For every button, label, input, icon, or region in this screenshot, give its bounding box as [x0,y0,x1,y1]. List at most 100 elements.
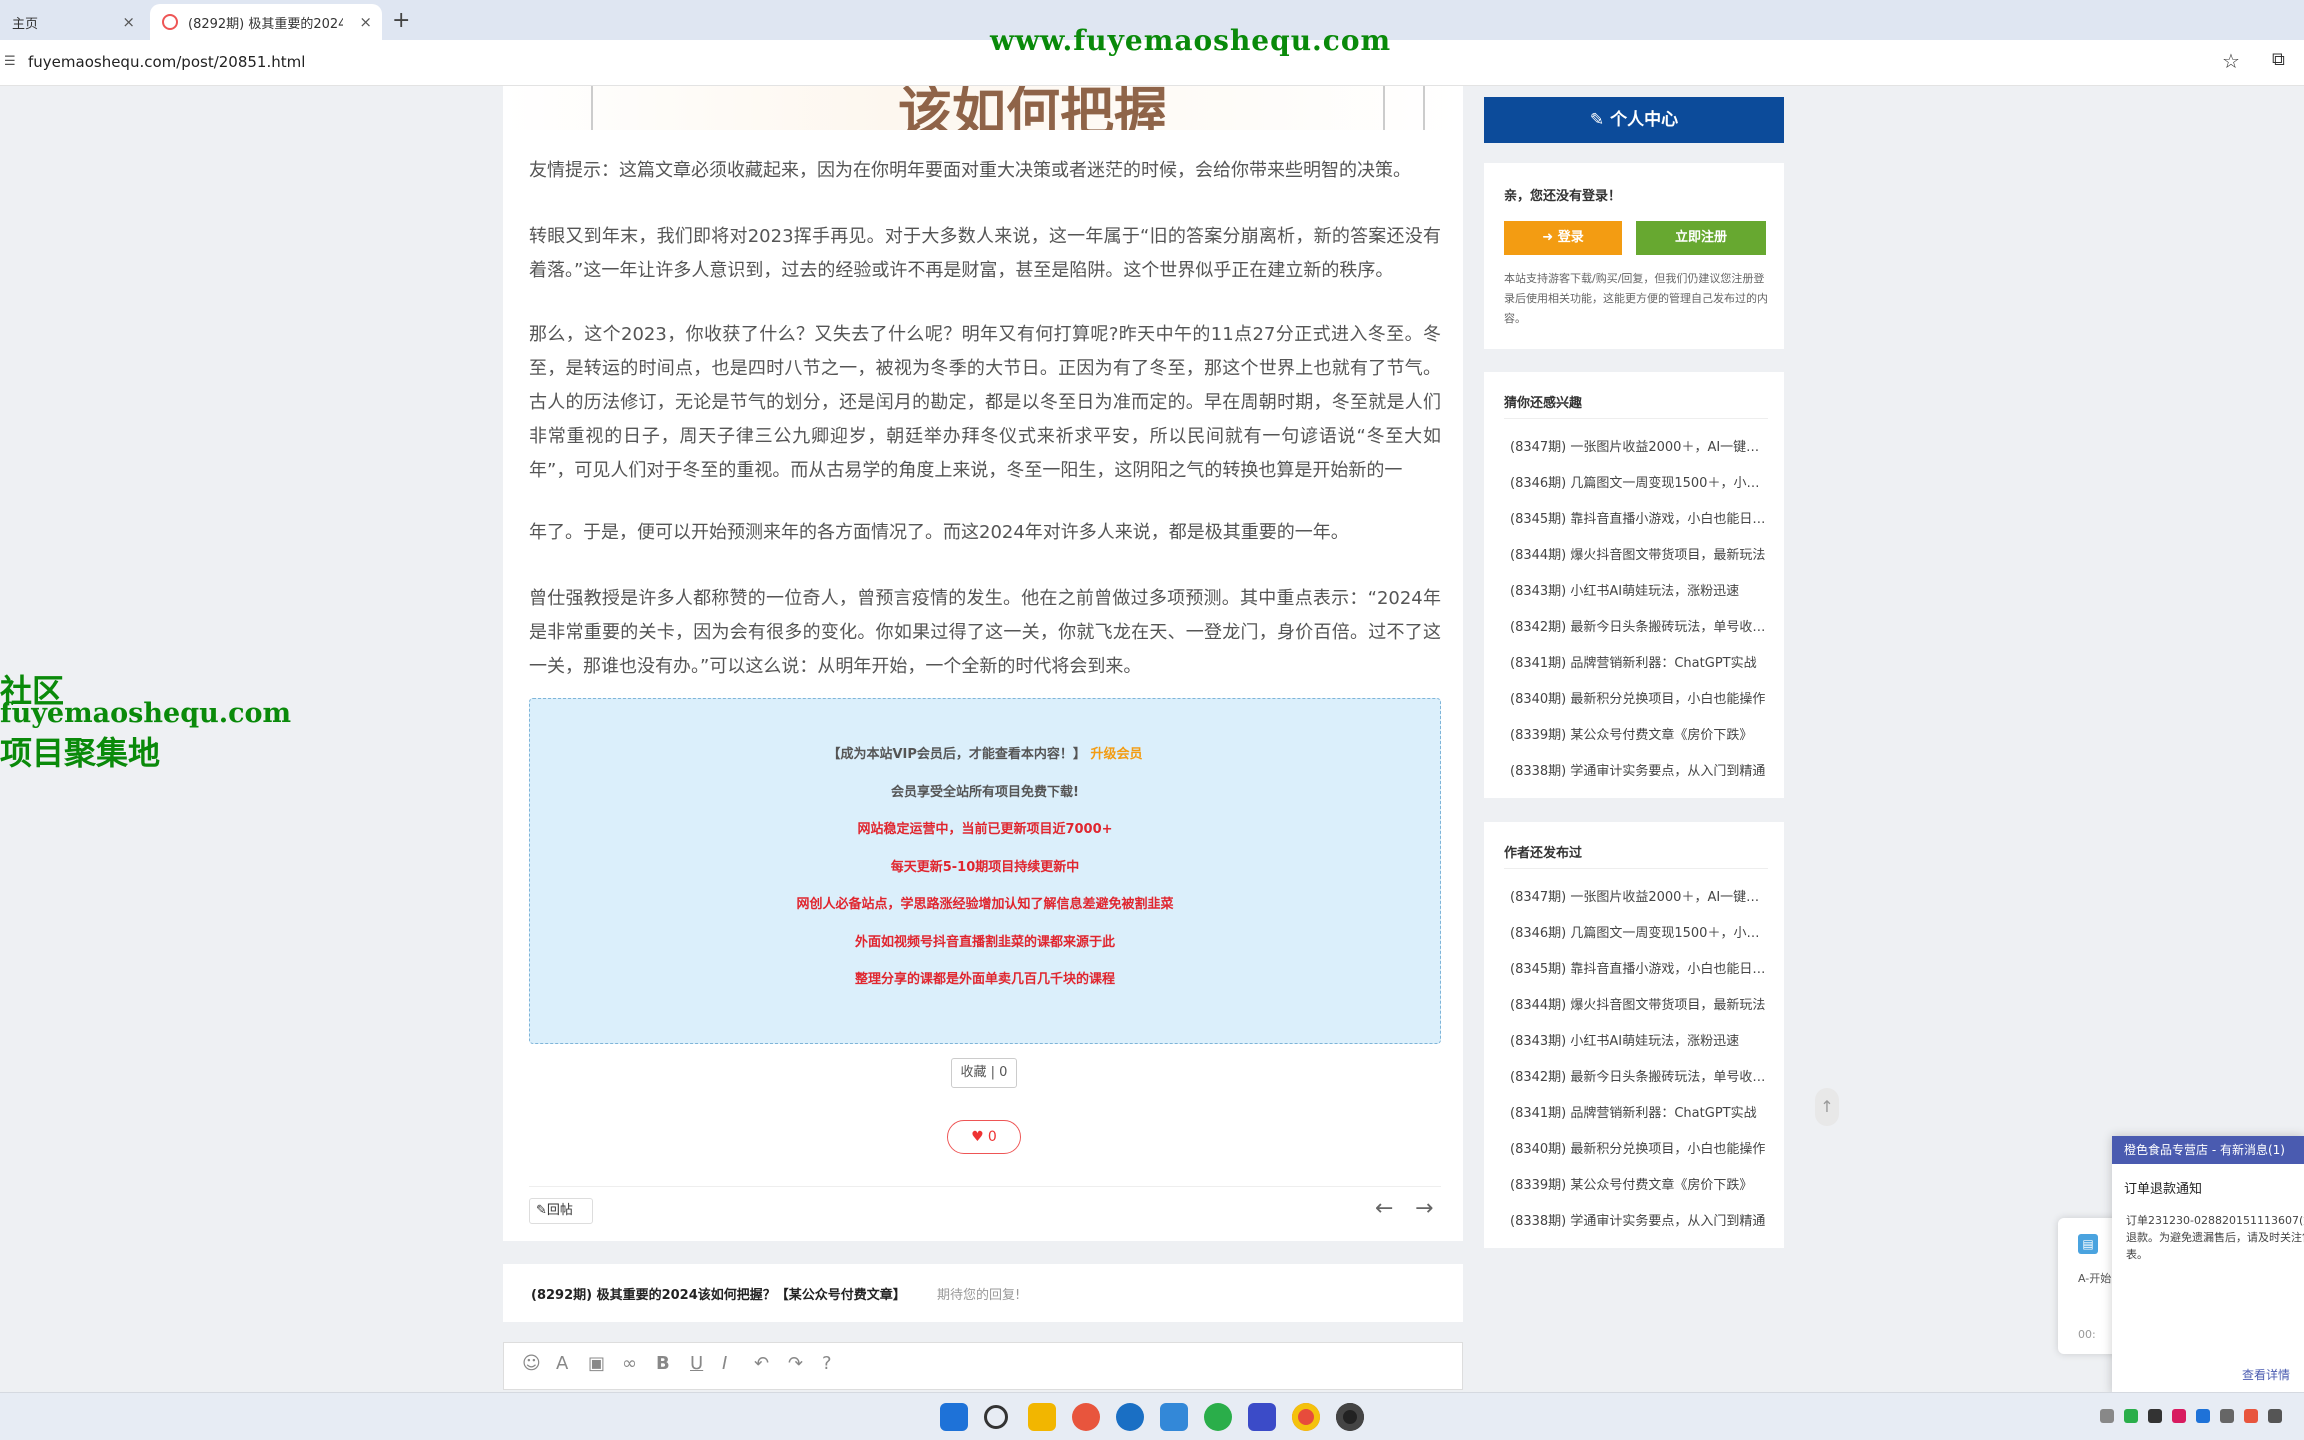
link-icon[interactable]: ∞ [622,1353,637,1374]
login-card: 亲，您还没有登录！ ➜ 登录 立即注册 本站支持游客下载/购买/回复，但我们仍建… [1484,163,1784,349]
scroll-to-top-button[interactable]: ↑ [1815,1088,1839,1126]
font-icon[interactable]: A [556,1353,568,1374]
divider [1504,868,1768,869]
app-icon[interactable] [1116,1403,1144,1431]
upgrade-vip-link[interactable]: 升级会员 [1090,747,1142,762]
list-item[interactable]: (8338期) 学通审计实务要点，从入门到精通 [1510,760,1772,779]
undo-icon[interactable]: ↶ [754,1353,769,1374]
close-icon[interactable]: × [359,13,372,31]
list-item[interactable]: (8347期) 一张图片收益2000＋，AI一键生成 [1510,886,1772,905]
wechat-icon[interactable] [1204,1403,1232,1431]
vip-notice-text: 【成为本站VIP会员后，才能查看本内容！】 [827,747,1086,762]
list-item[interactable]: (8341期) 品牌营销新利器：ChatGPT实战 [1510,652,1772,671]
bookmark-star-icon[interactable]: ☆ [2222,49,2240,73]
article-banner-image: 该如何把握 [503,86,1463,130]
tray-icon[interactable] [2172,1409,2186,1423]
prev-post-icon[interactable]: ← [1375,1196,1393,1221]
vip-notice: 【成为本站VIP会员后，才能查看本内容！】 升级会员 [530,743,1440,762]
extensions-icon[interactable]: ⧉ [2272,49,2285,70]
start-icon[interactable] [940,1403,968,1431]
vip-locked-box: 【成为本站VIP会员后，才能查看本内容！】 升级会员 会员享受全站所有项目免费下… [529,698,1441,1044]
site-info-icon[interactable]: ☰ [4,54,16,69]
personal-center-button[interactable]: ✎ 个人中心 [1484,97,1784,143]
article-paragraph: 那么，这个2023，你收获了什么？又失去了什么呢？明年又有何打算呢?昨天中午的1… [529,324,1441,481]
collect-button[interactable]: 收藏 | 0 [951,1058,1017,1088]
reply-button-label: 回帖 [546,1203,573,1218]
app-icon: ▤ [2078,1234,2098,1254]
recorder-icon[interactable] [1336,1403,1364,1431]
list-item[interactable]: (8344期) 爆火抖音图文带货项目，最新玩法 [1510,544,1772,563]
notification-title: 订单退款通知 [2124,1182,2203,1197]
list-item[interactable]: (8346期) 几篇图文一周变现1500＋，小白也能做 [1510,922,1772,941]
bold-icon[interactable]: B [656,1353,670,1374]
register-button[interactable]: 立即注册 [1636,221,1766,255]
new-tab-icon[interactable]: + [392,8,410,33]
vip-benefit: 每天更新5-10期项目持续更新中 [890,860,1080,875]
article-paragraph: 曾仕强教授是许多人都称赞的一位奇人，曾预言疫情的发生。他在之前曾做过多项预测。其… [529,588,1441,677]
list-item[interactable]: (8340期) 最新积分兑换项目，小白也能操作 [1510,688,1772,707]
interest-card: 猜你还感兴趣 (8347期) 一张图片收益2000＋，AI一键生成 (8346期… [1484,372,1784,798]
reply-editor-toolbar: ☺ A ▣ ∞ B U I ↶ ↷ ? [503,1342,1463,1390]
reply-card-hint: 期待您的回复! [937,1288,1021,1303]
next-post-icon[interactable]: → [1415,1196,1433,1221]
list-item[interactable]: (8341期) 品牌营销新利器：ChatGPT实战 [1510,1102,1772,1121]
tab-home[interactable]: 主页 × [0,4,145,40]
browser-app-icon[interactable] [1072,1403,1100,1431]
app-icon[interactable] [1248,1403,1276,1431]
list-item[interactable]: (8340期) 最新积分兑换项目，小白也能操作 [1510,1138,1772,1157]
reply-card-title: (8292期) 极其重要的2024该如何把握？【某公众号付费文章】 [531,1288,906,1303]
author-posts-card: 作者还发布过 (8347期) 一张图片收益2000＋，AI一键生成 (8346期… [1484,822,1784,1248]
list-item[interactable]: (8343期) 小红书AI萌娃玩法，涨粉迅速 [1510,580,1772,599]
edit-icon: ✎ [1589,110,1611,130]
close-icon[interactable]: × [122,13,135,31]
notification-details-link[interactable]: 查看详情 [2242,1366,2290,1383]
tray-icon[interactable] [2124,1409,2138,1423]
list-item[interactable]: (8339期) 某公众号付费文章《房价下跌》 [1510,1174,1772,1193]
list-item[interactable]: (8343期) 小红书AI萌娃玩法，涨粉迅速 [1510,1030,1772,1049]
help-icon[interactable]: ? [822,1353,832,1374]
list-item[interactable]: (8339期) 某公众号付费文章《房价下跌》 [1510,724,1772,743]
vip-benefit: 整理分享的课都是外面单卖几百几千块的课程 [854,972,1115,987]
list-item[interactable]: (8346期) 几篇图文一周变现1500＋，小白也能做 [1510,472,1772,491]
notification-header: 橙色食品专营店 - 有新消息(1) [2112,1136,2304,1164]
tray-icon[interactable] [2220,1409,2234,1423]
watermark-top: www.fuyemaoshequ.com [990,24,1392,57]
article-paragraph: 转眼又到年末，我们即将对2023挥手再见。对于大多数人来说，这一年属于“旧的答案… [529,226,1441,281]
banner-title: 该如何把握 [898,86,1168,130]
list-item[interactable]: (8345期) 靠抖音直播小游戏，小白也能日入几百 [1510,958,1772,977]
login-icon: ➜ [1542,230,1558,245]
list-item[interactable]: (8342期) 最新今日头条搬砖玩法，单号收益可观 [1510,1066,1772,1085]
chrome-icon[interactable] [1292,1403,1320,1431]
list-item[interactable]: (8345期) 靠抖音直播小游戏，小白也能日入几百 [1510,508,1772,527]
tray-icon[interactable] [2148,1409,2162,1423]
list-item[interactable]: (8342期) 最新今日头条搬砖玩法，单号收益可观 [1510,616,1772,635]
watermark-left-line2: fuyemaoshequ.com [0,698,292,729]
search-icon[interactable] [984,1405,1008,1429]
author-card-title: 作者还发布过 [1504,846,1583,861]
italic-icon[interactable]: I [722,1353,727,1374]
tray-arrow-icon[interactable] [2100,1409,2114,1423]
tab-current-post[interactable]: (8292期) 极其重要的2024该如何把握？ × [150,4,382,40]
notification-popup[interactable]: 橙色食品专营店 - 有新消息(1) 订单退款通知 订单231230-028820… [2112,1136,2304,1394]
interest-card-title: 猜你还感兴趣 [1504,396,1583,411]
emoji-icon[interactable]: ☺ [522,1353,541,1374]
personal-center-label: 个人中心 [1610,110,1679,130]
tray-icon[interactable] [2268,1409,2282,1423]
list-item[interactable]: (8347期) 一张图片收益2000＋，AI一键生成 [1510,436,1772,455]
redo-icon[interactable]: ↷ [788,1353,803,1374]
vip-benefit: 网创人必备站点，学思路涨经验增加认知了解信息差避免被割韭菜 [796,897,1174,912]
underline-icon[interactable]: U [690,1353,703,1374]
app-icon[interactable] [1160,1403,1188,1431]
reply-button[interactable]: ✎回帖 [529,1198,593,1224]
list-item[interactable]: (8338期) 学通审计实务要点，从入门到精通 [1510,1210,1772,1229]
watermark-left-line3: 项目聚集地 [0,734,161,772]
url-field[interactable]: fuyemaoshequ.com/post/20851.html [28,53,305,71]
like-button[interactable]: ♥ 0 [947,1120,1021,1154]
tray-icon[interactable] [2196,1409,2210,1423]
image-icon[interactable]: ▣ [588,1353,605,1374]
login-button[interactable]: ➜ 登录 [1504,221,1622,255]
file-explorer-icon[interactable] [1028,1403,1056,1431]
edit-icon: ✎ [536,1203,547,1218]
tray-icon[interactable] [2244,1409,2258,1423]
list-item[interactable]: (8344期) 爆火抖音图文带货项目，最新玩法 [1510,994,1772,1013]
